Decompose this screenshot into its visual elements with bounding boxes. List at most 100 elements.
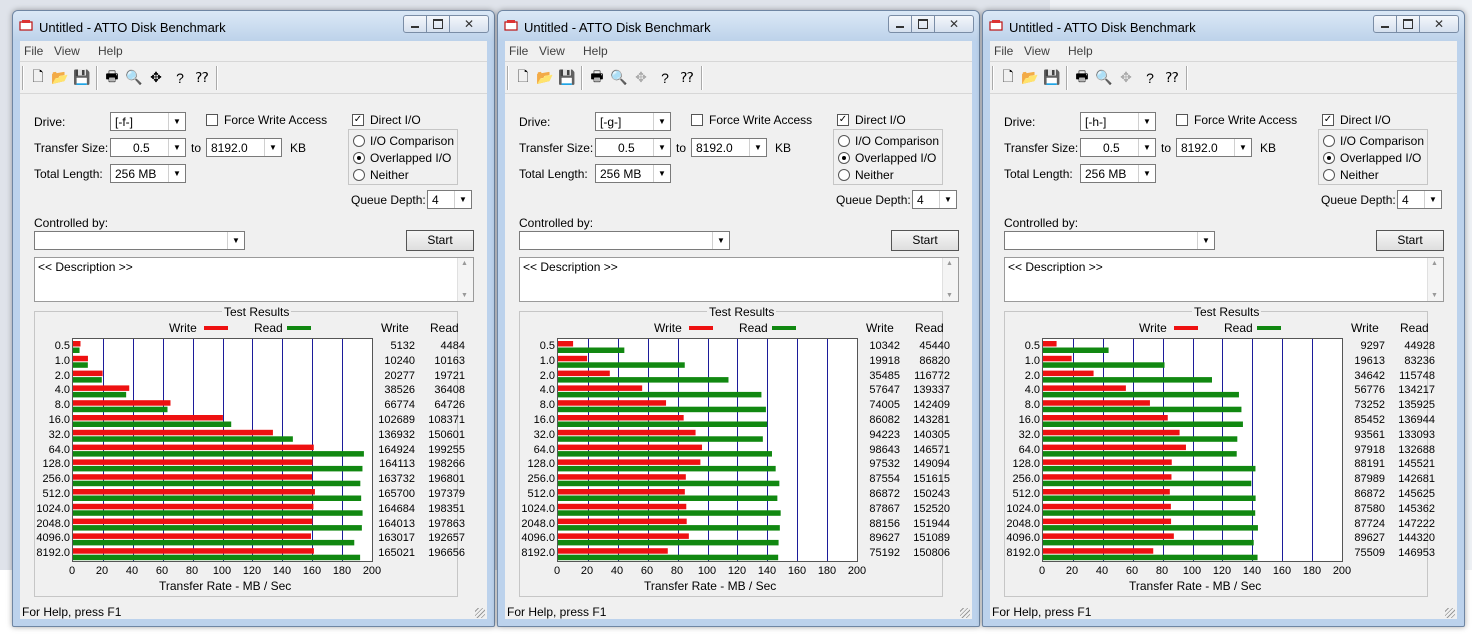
neither-radio[interactable] (1323, 169, 1335, 181)
drive-select[interactable]: [-g-] ▼ (595, 112, 671, 131)
print-button[interactable]: 🖶 (1072, 67, 1092, 88)
force-write-checkbox[interactable] (691, 114, 703, 126)
direct-io-checkbox[interactable]: ✓ (1322, 114, 1334, 126)
overlapped-io-radio[interactable] (1323, 152, 1335, 164)
close-button[interactable]: ✕ (1419, 15, 1459, 33)
controlled-by-select[interactable]: ▼ (519, 231, 730, 250)
move-button[interactable]: ✥ (631, 67, 651, 88)
menu-help[interactable]: Help (98, 44, 123, 58)
direct-io-checkbox[interactable]: ✓ (837, 114, 849, 126)
start-button[interactable]: Start (406, 230, 474, 251)
total-length-select[interactable]: 256 MB ▼ (595, 164, 671, 183)
save-button[interactable]: 💾 (557, 67, 577, 88)
context-help-button[interactable]: ⁇ (677, 67, 697, 88)
transfer-size-to-select[interactable]: 8192.0 ▼ (1176, 138, 1252, 157)
io-comparison-radio[interactable] (838, 135, 850, 147)
maximize-icon (433, 19, 443, 29)
io-comparison-radio[interactable] (1323, 135, 1335, 147)
minimize-button[interactable] (403, 15, 427, 33)
controlled-by-select[interactable]: ▼ (34, 231, 245, 250)
total-length-select[interactable]: 256 MB ▼ (1080, 164, 1156, 183)
queue-depth-select[interactable]: 4 ▼ (912, 190, 957, 209)
description-scrollbar[interactable]: ▲ ▼ (942, 258, 958, 301)
title-bar[interactable]: Untitled - ATTO Disk Benchmark ✕ (498, 11, 979, 41)
description-textarea[interactable]: << Description >> ▲ ▼ (34, 257, 474, 302)
move-button[interactable]: ✥ (146, 67, 166, 88)
transfer-size-to-select[interactable]: 8192.0 ▼ (206, 138, 282, 157)
description-textarea[interactable]: << Description >> ▲ ▼ (519, 257, 959, 302)
transfer-size-from-select[interactable]: 0.5 ▼ (1080, 138, 1156, 157)
print-button[interactable]: 🖶 (587, 67, 607, 88)
force-write-checkbox[interactable] (1176, 114, 1188, 126)
save-button[interactable]: 💾 (72, 67, 92, 88)
resize-grip-icon[interactable] (960, 608, 970, 618)
new-button[interactable]: 🗋 (513, 67, 533, 88)
transfer-size-to-select[interactable]: 8192.0 ▼ (691, 138, 767, 157)
open-button[interactable]: 📂 (1020, 67, 1040, 88)
resize-grip-icon[interactable] (475, 608, 485, 618)
neither-radio[interactable] (353, 169, 365, 181)
maximize-button[interactable] (426, 15, 450, 33)
maximize-button[interactable] (911, 15, 935, 33)
queue-depth-select[interactable]: 4 ▼ (1397, 190, 1442, 209)
queue-depth-select[interactable]: 4 ▼ (427, 190, 472, 209)
force-write-checkbox[interactable] (206, 114, 218, 126)
menu-help[interactable]: Help (583, 44, 608, 58)
close-button[interactable]: ✕ (449, 15, 489, 33)
write-value: 164113 (379, 458, 415, 471)
io-comparison-radio[interactable] (353, 135, 365, 147)
io-comparison-label: I/O Comparison (370, 134, 455, 148)
title-bar[interactable]: Untitled - ATTO Disk Benchmark ✕ (13, 11, 494, 41)
maximize-button[interactable] (1396, 15, 1420, 33)
menu-file[interactable]: File (994, 44, 1013, 58)
menu-view[interactable]: View (539, 44, 565, 58)
new-button[interactable]: 🗋 (998, 67, 1018, 88)
close-button[interactable]: ✕ (934, 15, 974, 33)
title-bar[interactable]: Untitled - ATTO Disk Benchmark ✕ (983, 11, 1464, 41)
total-length-label: Total Length: (519, 167, 588, 181)
print-button[interactable]: 🖶 (102, 67, 122, 88)
transfer-size-from-select[interactable]: 0.5 ▼ (110, 138, 186, 157)
move-button[interactable]: ✥ (1116, 67, 1136, 88)
help-button[interactable]: ? (655, 67, 675, 88)
context-help-button[interactable]: ⁇ (1162, 67, 1182, 88)
open-button[interactable]: 📂 (535, 67, 555, 88)
start-button[interactable]: Start (1376, 230, 1444, 251)
test-results-group: Test Results Write Read Write Read 0.5 5132 448… (34, 305, 465, 597)
overlapped-io-radio[interactable] (838, 152, 850, 164)
open-button[interactable]: 📂 (50, 67, 70, 88)
new-button[interactable]: 🗋 (28, 67, 48, 88)
read-value: 198266 (428, 458, 465, 471)
description-textarea[interactable]: << Description >> ▲ ▼ (1004, 257, 1444, 302)
kb-label: KB (1260, 141, 1277, 155)
menu-file[interactable]: File (509, 44, 528, 58)
neither-radio[interactable] (838, 169, 850, 181)
help-button[interactable]: ? (170, 67, 190, 88)
controlled-by-select[interactable]: ▼ (1004, 231, 1215, 250)
minimize-button[interactable] (888, 15, 912, 33)
description-scrollbar[interactable]: ▲ ▼ (1427, 258, 1443, 301)
direct-io-label: Direct I/O (855, 113, 906, 127)
drive-select[interactable]: [-f-] ▼ (110, 112, 186, 131)
overlapped-io-radio[interactable] (353, 152, 365, 164)
resize-grip-icon[interactable] (1445, 608, 1455, 618)
print-preview-button[interactable]: 🔍 (124, 67, 144, 88)
description-scrollbar[interactable]: ▲ ▼ (457, 258, 473, 301)
read-bar (73, 480, 361, 487)
transfer-size-from-select[interactable]: 0.5 ▼ (595, 138, 671, 157)
context-help-button[interactable]: ⁇ (192, 67, 212, 88)
start-button[interactable]: Start (891, 230, 959, 251)
save-button[interactable]: 💾 (1042, 67, 1062, 88)
minimize-button[interactable] (1373, 15, 1397, 33)
menu-file[interactable]: File (24, 44, 43, 58)
direct-io-checkbox[interactable]: ✓ (352, 114, 364, 126)
print-preview-button[interactable]: 🔍 (609, 67, 629, 88)
help-button[interactable]: ? (1140, 67, 1160, 88)
print-preview-button[interactable]: 🔍 (1094, 67, 1114, 88)
menu-view[interactable]: View (1024, 44, 1050, 58)
menu-view[interactable]: View (54, 44, 80, 58)
drive-select[interactable]: [-h-] ▼ (1080, 112, 1156, 131)
transfer-to-value: 8192.0 (1181, 141, 1218, 155)
total-length-select[interactable]: 256 MB ▼ (110, 164, 186, 183)
menu-help[interactable]: Help (1068, 44, 1093, 58)
